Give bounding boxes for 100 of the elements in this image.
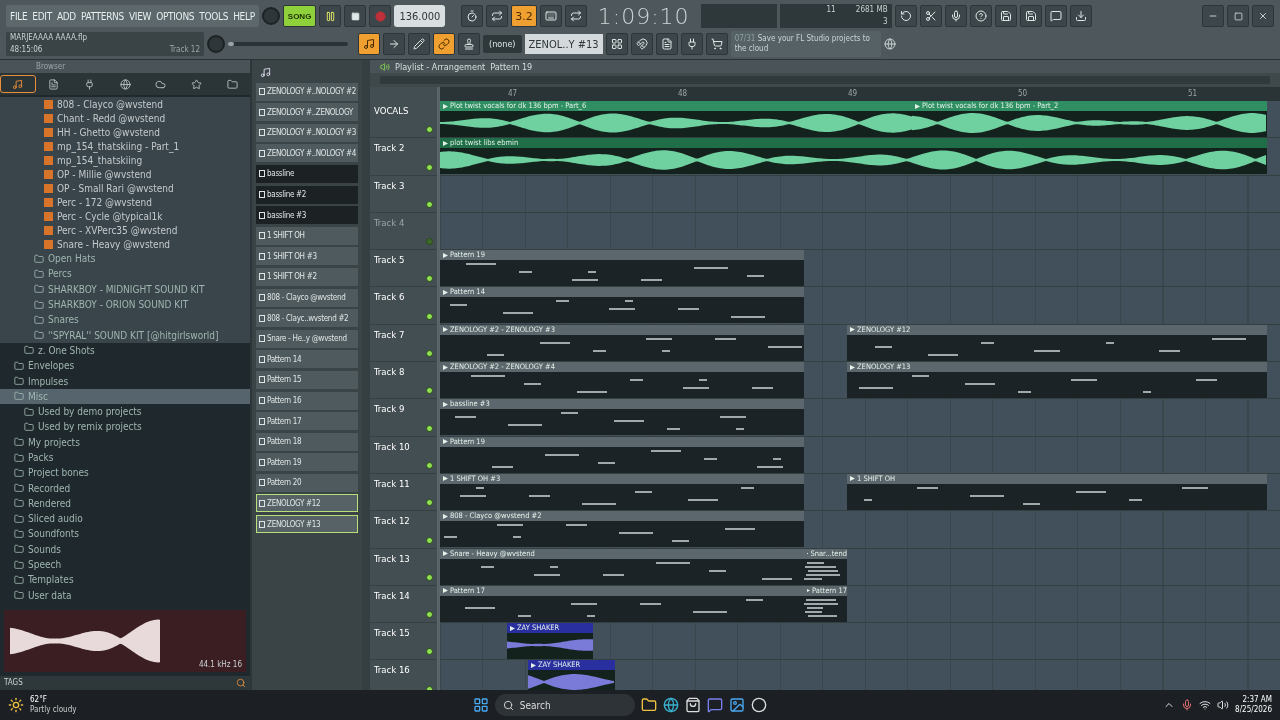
pattern-item[interactable]: 808 - Clayco @wvstend	[256, 288, 358, 307]
track-header[interactable]: Track 11	[370, 473, 437, 512]
minimize-button[interactable]	[1202, 5, 1224, 27]
toolbar-button[interactable]	[458, 33, 480, 55]
timeline-ruler[interactable]: 47 48 49 50 51	[440, 87, 1280, 101]
pattern-item[interactable]: ZENOLOGY #..NOLOGY #4	[256, 144, 358, 163]
pattern-item[interactable]: Pattern 18	[256, 432, 358, 451]
browser-item[interactable]: Project bones	[0, 465, 250, 481]
preset-selector[interactable]: (none)	[483, 35, 522, 53]
browser-item[interactable]: Sounds	[0, 541, 250, 557]
pattern-item[interactable]: ZENOLOGY #..NOLOGY #3	[256, 123, 358, 142]
pattern-item[interactable]: 1 SHIFT OH	[256, 226, 358, 245]
close-button[interactable]	[1252, 5, 1274, 27]
pattern-item[interactable]: bassline #2	[256, 185, 358, 204]
song-mode-toggle[interactable]: SONG	[282, 5, 317, 27]
browser-item[interactable]: Snares	[0, 312, 250, 328]
pattern-item[interactable]: Pattern 17	[256, 412, 358, 431]
track-header[interactable]: Track 3	[370, 175, 437, 213]
browser-item[interactable]: Perc - 172 @wvstend	[0, 195, 250, 209]
chat-button[interactable]	[1044, 5, 1067, 27]
record-audio-button[interactable]	[944, 5, 967, 27]
track-header[interactable]: Track 8	[370, 362, 437, 400]
plugin-button[interactable]	[680, 33, 703, 55]
track-header[interactable]: Track 13	[370, 548, 437, 586]
toolbar-button[interactable]	[461, 5, 484, 27]
browser-tab[interactable]	[0, 75, 36, 93]
pattern-item[interactable]: Pattern 14	[256, 350, 358, 369]
toolbar-button[interactable]	[408, 33, 430, 55]
browser-item[interactable]: ''SPYRAL'' SOUND KIT [@hitgirlsworld]	[0, 327, 250, 343]
track-header[interactable]: Track 6	[370, 287, 437, 325]
tempo-display[interactable]: 136.000	[394, 5, 446, 27]
browser-item[interactable]: Rendered	[0, 495, 250, 512]
browser-item[interactable]: z. One Shots	[0, 342, 250, 359]
pattern-item[interactable]: 1 SHIFT OH #2	[256, 267, 358, 286]
track-header[interactable]: Track 15	[370, 623, 437, 661]
track-header[interactable]: Track 4	[370, 212, 437, 251]
toolbar-button[interactable]	[433, 33, 455, 55]
browser-item[interactable]: Soundfonts	[0, 526, 250, 542]
browser-item[interactable]: Templates	[0, 572, 250, 588]
news-panel[interactable]: 07/31 Save your FL Studio projects to the cloud	[730, 31, 881, 57]
track-header[interactable]: Track 14	[370, 585, 437, 624]
pattern-item[interactable]: Pattern 19	[256, 453, 358, 472]
menu-item[interactable]: OPTIONS	[156, 10, 195, 22]
pattern-item[interactable]: 1 SHIFT OH #3	[256, 247, 358, 266]
browser-item[interactable]: User data	[0, 587, 250, 603]
browser-item[interactable]: My projects	[0, 434, 250, 450]
pattern-item[interactable]: bassline	[256, 164, 358, 183]
pattern-item[interactable]: Pattern 15	[256, 370, 358, 389]
toolbar-button[interactable]	[383, 33, 405, 55]
toolbar-button[interactable]	[564, 5, 587, 27]
browser-item[interactable]: Snare - Heavy @wvstend	[0, 237, 250, 251]
browser-item[interactable]: Speech	[0, 556, 250, 573]
master-pitch-slider[interactable]	[228, 42, 348, 46]
cut-button[interactable]	[919, 5, 942, 27]
pattern-item[interactable]: bassline #3	[256, 206, 358, 225]
browser-item[interactable]: Recorded	[0, 480, 250, 496]
slider-thumb[interactable]	[228, 42, 234, 46]
maximize-button[interactable]	[1227, 5, 1249, 27]
menu-item[interactable]: PATTERNS	[81, 10, 124, 22]
browser-item[interactable]: Packs	[0, 449, 250, 466]
menu-item[interactable]: ADD	[56, 10, 76, 22]
toolbar-button[interactable]	[486, 5, 509, 27]
menu-item[interactable]: FILE	[10, 10, 28, 22]
export-button[interactable]	[1019, 5, 1042, 27]
browser-item[interactable]: mp_154_thatskiing	[0, 153, 250, 167]
browser-item[interactable]: Envelopes	[0, 358, 250, 374]
browser-item[interactable]: HH - Ghetto @wvstend	[0, 125, 250, 139]
toolbar-button[interactable]: 3.2	[511, 5, 537, 27]
pattern-item[interactable]: ZENOLOGY #..NOLOGY #2	[256, 82, 358, 101]
pattern-item[interactable]: ZENOLOGY #..ZENOLOGY	[256, 103, 358, 122]
play-button[interactable]	[319, 5, 342, 27]
track-header[interactable]: Track 12	[370, 511, 437, 549]
track-header[interactable]: Track 9	[370, 399, 437, 437]
menu-item[interactable]: EDIT	[32, 10, 52, 22]
browser-item[interactable]: Chant - Redd @wvstend	[0, 111, 250, 125]
track-header[interactable]: Track 5	[370, 250, 437, 288]
browser-button[interactable]	[655, 33, 678, 55]
browser-item[interactable]: OP - Small Rari @wvstend	[0, 181, 250, 195]
browser-item[interactable]: OP - Millie @wvstend	[0, 167, 250, 181]
pattern-item[interactable]: Pattern 20	[256, 473, 358, 492]
menu-item[interactable]: VIEW	[128, 10, 152, 22]
taskbar-search[interactable]: Search	[494, 694, 635, 716]
menu-item[interactable]: HELP	[233, 10, 255, 22]
browser-item[interactable]: Perc - Cycle @typical1k	[0, 209, 250, 223]
stop-button[interactable]	[344, 5, 367, 27]
browser-item[interactable]: Open Hats	[0, 251, 250, 267]
track-header[interactable]: Track 7	[370, 324, 437, 363]
mixer-button[interactable]	[630, 33, 653, 55]
browser-item[interactable]: 808 - Clayco @wvstend	[0, 97, 250, 111]
browser-item[interactable]: Perc - XVPerc35 @wvstend	[0, 223, 250, 237]
pattern-item[interactable]: Pattern 16	[256, 391, 358, 410]
pattern-item[interactable]: ZENOLOGY #12	[256, 494, 358, 513]
undo-button[interactable]	[894, 5, 917, 27]
browser-item[interactable]: Used by remix projects	[0, 419, 250, 435]
pattern-selector[interactable]: ZENOL..Y #13	[524, 34, 603, 54]
track-header[interactable]: Track 10	[370, 436, 437, 474]
track-header[interactable]: VOCALS	[370, 101, 437, 139]
save-button[interactable]	[994, 5, 1017, 27]
shop-button[interactable]	[705, 33, 728, 55]
help-button[interactable]	[969, 5, 992, 27]
